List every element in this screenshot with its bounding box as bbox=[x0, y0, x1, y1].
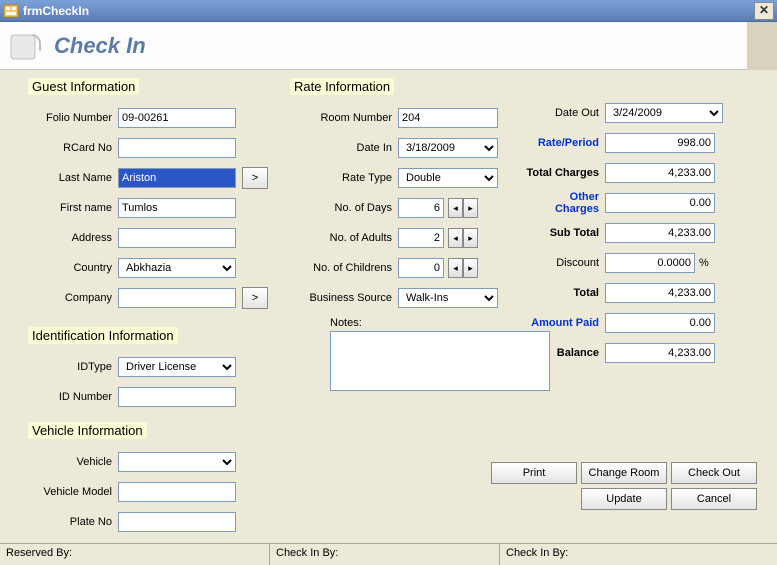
idnum-input[interactable] bbox=[118, 387, 236, 407]
dateout-label: Date Out bbox=[525, 107, 605, 119]
days-dec-button[interactable]: ◂ bbox=[448, 198, 463, 218]
children-inc-button[interactable]: ▸ bbox=[463, 258, 478, 278]
form-area: Guest Information Folio Number RCard No … bbox=[0, 70, 777, 540]
firstname-input[interactable] bbox=[118, 198, 236, 218]
days-inc-button[interactable]: ▸ bbox=[463, 198, 478, 218]
idnum-label: ID Number bbox=[28, 391, 118, 403]
notes-label: Notes: bbox=[330, 317, 362, 329]
adults-input[interactable] bbox=[398, 228, 444, 248]
close-button[interactable]: ✕ bbox=[754, 2, 774, 20]
adults-dec-button[interactable]: ◂ bbox=[448, 228, 463, 248]
balance-input[interactable] bbox=[605, 343, 715, 363]
datein-select[interactable]: 3/18/2009 bbox=[398, 138, 498, 158]
vehicle-label: Vehicle bbox=[28, 456, 118, 468]
room-label: Room Number bbox=[290, 112, 398, 124]
totalcharges-label: Total Charges bbox=[525, 167, 605, 179]
status-bar: Reserved By: Check In By: Check In By: bbox=[0, 543, 777, 565]
app-icon bbox=[3, 3, 19, 19]
ratetype-select[interactable]: Double bbox=[398, 168, 498, 188]
datein-label: Date In bbox=[290, 142, 398, 154]
total-label: Total bbox=[525, 287, 605, 299]
balance-label: Balance bbox=[525, 347, 605, 359]
folio-input[interactable] bbox=[118, 108, 236, 128]
subtotal-input[interactable] bbox=[605, 223, 715, 243]
children-dec-button[interactable]: ◂ bbox=[448, 258, 463, 278]
biz-select[interactable]: Walk-Ins bbox=[398, 288, 498, 308]
header: Check In bbox=[0, 22, 777, 70]
country-label: Country bbox=[28, 262, 118, 274]
adults-label: No. of Adults bbox=[290, 232, 398, 244]
folio-label: Folio Number bbox=[28, 112, 118, 124]
address-label: Address bbox=[28, 232, 118, 244]
vehicle-select[interactable] bbox=[118, 452, 236, 472]
othercharges-input[interactable] bbox=[605, 193, 715, 213]
window-title: frmCheckIn bbox=[23, 4, 89, 18]
discount-input[interactable] bbox=[605, 253, 695, 273]
page-icon bbox=[10, 29, 44, 63]
status-checkin1: Check In By: bbox=[270, 544, 500, 565]
update-button[interactable]: Update bbox=[581, 488, 667, 510]
status-reserved: Reserved By: bbox=[0, 544, 270, 565]
rateperiod-input[interactable] bbox=[605, 133, 715, 153]
group-guest-label: Guest Information bbox=[28, 78, 139, 95]
page-title: Check In bbox=[54, 33, 146, 59]
group-ident-label: Identification Information bbox=[28, 327, 178, 344]
print-button[interactable]: Print bbox=[491, 462, 577, 484]
rcard-input[interactable] bbox=[118, 138, 236, 158]
biz-label: Business Source bbox=[290, 292, 398, 304]
days-input[interactable] bbox=[398, 198, 444, 218]
status-checkin2: Check In By: bbox=[500, 544, 777, 565]
notes-input[interactable] bbox=[330, 331, 550, 391]
children-label: No. of Childrens bbox=[290, 262, 398, 274]
change-room-button[interactable]: Change Room bbox=[581, 462, 667, 484]
group-vehicle-label: Vehicle Information bbox=[28, 422, 147, 439]
idtype-label: IDType bbox=[28, 361, 118, 373]
adults-inc-button[interactable]: ▸ bbox=[463, 228, 478, 248]
vehicle-model-label: Vehicle Model bbox=[28, 486, 118, 498]
country-select[interactable]: Abkhazia bbox=[118, 258, 236, 278]
discount-label: Discount bbox=[525, 257, 605, 269]
group-rate-label: Rate Information bbox=[290, 78, 394, 95]
children-input[interactable] bbox=[398, 258, 444, 278]
room-input[interactable] bbox=[398, 108, 498, 128]
idtype-select[interactable]: Driver License bbox=[118, 357, 236, 377]
othercharges-link[interactable]: Other Charges bbox=[525, 191, 605, 215]
plate-label: Plate No bbox=[28, 516, 118, 528]
vehicle-model-input[interactable] bbox=[118, 482, 236, 502]
totalcharges-input[interactable] bbox=[605, 163, 715, 183]
dateout-select[interactable]: 3/24/2009 bbox=[605, 103, 723, 123]
lastname-label: Last Name bbox=[28, 172, 118, 184]
plate-input[interactable] bbox=[118, 512, 236, 532]
lastname-input[interactable] bbox=[118, 168, 236, 188]
checkout-button[interactable]: Check Out bbox=[671, 462, 757, 484]
company-lookup-button[interactable]: > bbox=[242, 287, 268, 309]
company-input[interactable] bbox=[118, 288, 236, 308]
action-buttons: Print Change Room Check Out Update Cance… bbox=[491, 462, 757, 510]
address-input[interactable] bbox=[118, 228, 236, 248]
window-titlebar: frmCheckIn ✕ bbox=[0, 0, 777, 22]
amountpaid-link[interactable]: Amount Paid bbox=[525, 317, 605, 329]
ratetype-label: Rate Type bbox=[290, 172, 398, 184]
company-label: Company bbox=[28, 292, 118, 304]
discount-suffix: % bbox=[699, 257, 709, 269]
amountpaid-input[interactable] bbox=[605, 313, 715, 333]
rateperiod-link[interactable]: Rate/Period bbox=[525, 137, 605, 149]
rcard-label: RCard No bbox=[28, 142, 118, 154]
firstname-label: First name bbox=[28, 202, 118, 214]
subtotal-label: Sub Total bbox=[525, 227, 605, 239]
lastname-lookup-button[interactable]: > bbox=[242, 167, 268, 189]
total-input[interactable] bbox=[605, 283, 715, 303]
cancel-button[interactable]: Cancel bbox=[671, 488, 757, 510]
days-label: No. of Days bbox=[290, 202, 398, 214]
